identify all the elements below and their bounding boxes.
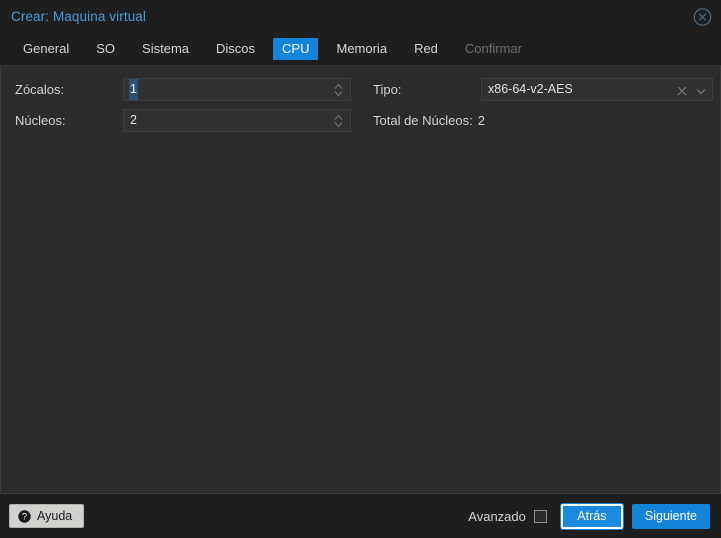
clear-x-icon[interactable] <box>676 84 688 96</box>
cores-stepper[interactable]: 2 <box>123 109 351 132</box>
sockets-value: 1 <box>129 79 138 100</box>
clear-x-glyph <box>677 86 687 95</box>
cores-value: 2 <box>130 113 137 127</box>
advanced-checkbox[interactable] <box>533 509 547 523</box>
next-button[interactable]: Siguiente <box>631 503 710 529</box>
wizard-tabbar: General SO Sistema Discos CPU Memoria Re… <box>0 33 721 66</box>
footer-actions: Avanzado Atrás Siguiente <box>468 503 710 529</box>
tab-red[interactable]: Red <box>405 38 447 60</box>
total-cores-label: Total de Núcleos: <box>373 113 473 128</box>
tab-so[interactable]: SO <box>87 38 124 60</box>
tab-cpu[interactable]: CPU <box>273 38 319 60</box>
type-label: Tipo: <box>373 82 402 97</box>
tab-discos[interactable]: Discos <box>207 38 264 60</box>
cpu-type-select[interactable]: x86-64-v2-AES <box>481 78 713 101</box>
advanced-label: Avanzado <box>468 508 526 524</box>
cpu-type-value: x86-64-v2-AES <box>488 82 573 96</box>
cores-label: Núcleos: <box>15 113 66 128</box>
sockets-stepper[interactable]: 1 <box>123 78 351 101</box>
tab-confirmar: Confirmar <box>464 41 522 56</box>
dialog-titlebar: Crear: Maquina virtual <box>0 0 721 33</box>
cores-spinner-arrows[interactable] <box>332 112 345 129</box>
dialog-footer: ? Ayuda Avanzado Atrás Siguiente <box>0 494 721 538</box>
close-circle-icon <box>693 7 712 26</box>
total-cores-value: 2 <box>477 113 485 128</box>
close-icon[interactable] <box>693 7 712 26</box>
dialog-title: Crear: Maquina virtual <box>11 9 147 24</box>
cpu-type-icons <box>676 79 707 100</box>
tab-memoria[interactable]: Memoria <box>327 38 396 60</box>
sockets-label: Zócalos: <box>15 82 65 97</box>
back-button[interactable]: Atrás <box>560 503 623 529</box>
up-down-chevron-icon <box>334 114 343 127</box>
question-mark-glyph: ? <box>18 509 31 523</box>
chevron-down-icon[interactable] <box>695 84 707 96</box>
question-mark-icon: ? <box>18 509 31 523</box>
chevron-down-glyph <box>696 88 706 94</box>
sockets-spinner-arrows[interactable] <box>332 81 345 98</box>
total-cores-row: Total de Núcleos: 2 <box>368 113 721 128</box>
tab-sistema[interactable]: Sistema <box>133 38 198 60</box>
tab-general[interactable]: General <box>14 38 78 60</box>
help-button[interactable]: ? Ayuda <box>9 504 85 528</box>
help-button-label: Ayuda <box>37 509 73 523</box>
create-vm-dialog: Crear: Maquina virtual General SO Sistem… <box>0 0 721 538</box>
cpu-settings-panel: Zócalos: 1 Tipo: x86-64-v2-AES Núcleos: … <box>0 66 721 493</box>
cpu-form: Zócalos: 1 Tipo: x86-64-v2-AES Núcleos: … <box>1 78 720 132</box>
svg-text:?: ? <box>22 511 27 521</box>
up-down-chevron-icon <box>334 83 343 96</box>
